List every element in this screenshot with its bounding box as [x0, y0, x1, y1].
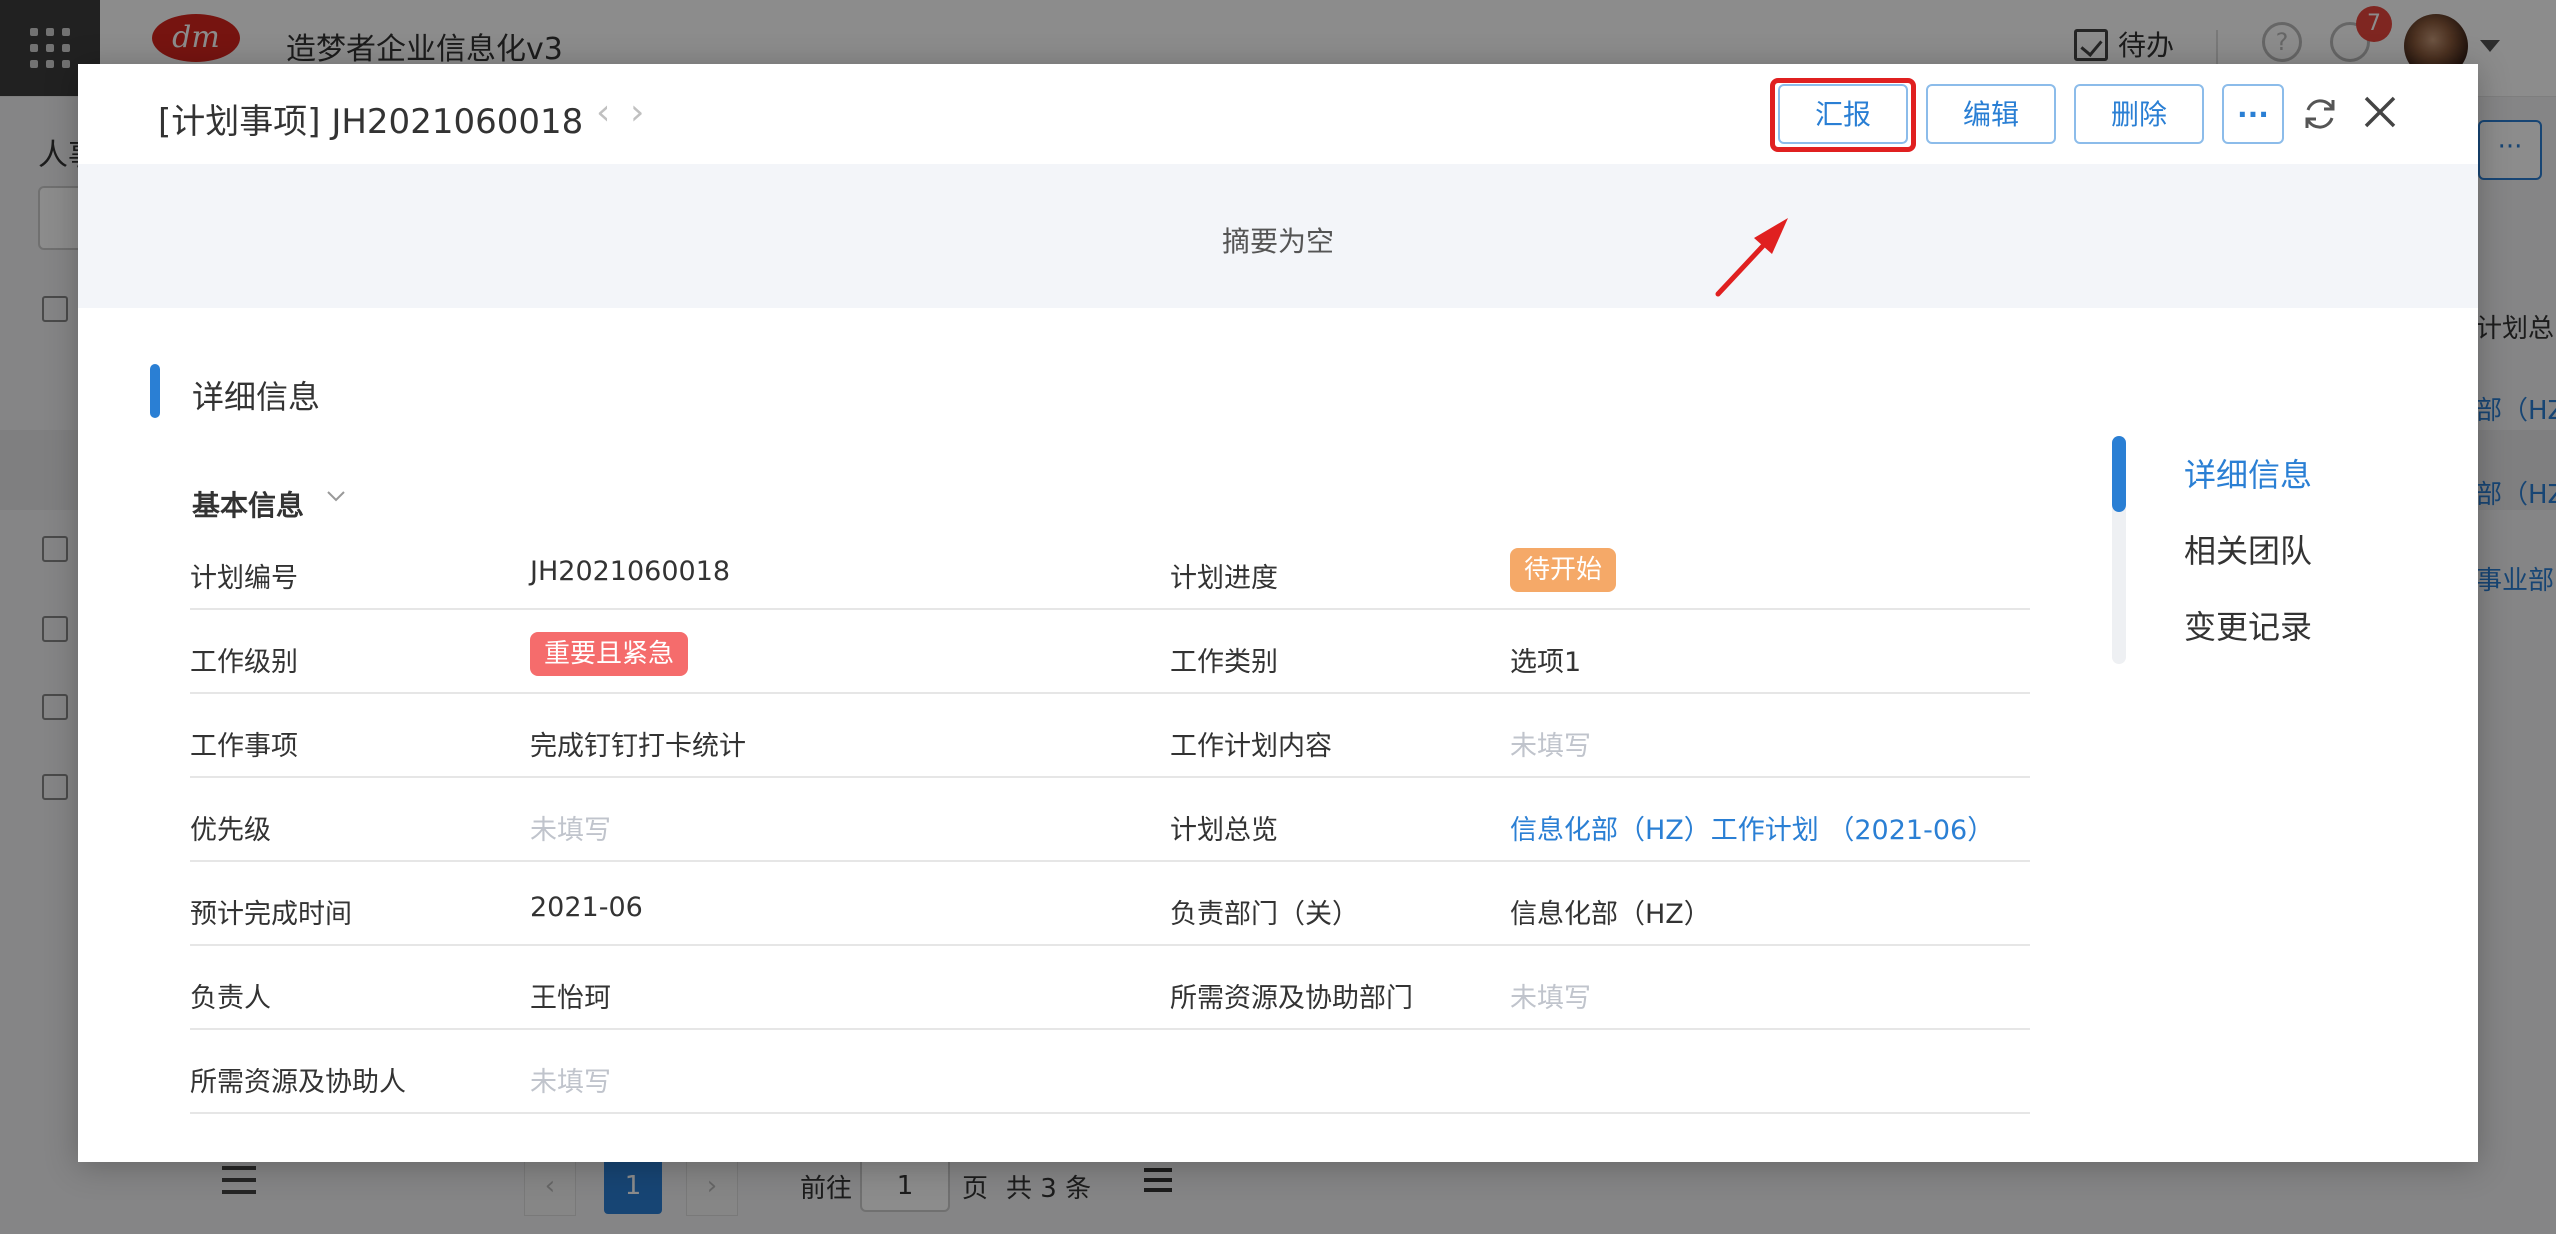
field-value: 未填写	[1510, 983, 1591, 1014]
field-label: 工作类别	[1170, 647, 1278, 678]
group-title[interactable]: 基本信息	[192, 484, 304, 524]
field-label: 工作级别	[190, 647, 298, 678]
next-record-icon[interactable]: ›	[630, 92, 644, 133]
field-label: 工作事项	[190, 731, 298, 762]
field-label: 优先级	[190, 815, 271, 846]
field-label: 预计完成时间	[190, 899, 352, 930]
anchor-indicator	[2112, 436, 2126, 512]
field-label: 计划总览	[1170, 815, 1278, 846]
anchor-change-log[interactable]: 变更记录	[2184, 602, 2312, 648]
row-divider	[190, 944, 2030, 946]
modal-header: [计划事项] JH2021060018 ‹ › 汇报 编辑 删除 ···	[78, 64, 2478, 164]
field-label: 计划进度	[1170, 563, 1278, 594]
field-label: 所需资源及协助人	[190, 1067, 406, 1098]
field-value-link[interactable]: 信息化部（HZ）工作计划 （2021-06）	[1510, 808, 1994, 847]
row-divider	[190, 860, 2030, 862]
field-label: 所需资源及协助部门	[1170, 983, 1413, 1014]
refresh-icon[interactable]	[2300, 94, 2340, 134]
delete-button[interactable]: 删除	[2074, 84, 2204, 144]
field-label: 负责人	[190, 983, 271, 1014]
status-tag: 重要且紧急	[530, 632, 689, 676]
field-value: JH2021060018	[530, 556, 731, 587]
row-divider	[190, 608, 2030, 610]
row-divider	[190, 776, 2030, 778]
more-actions-button[interactable]: ···	[2222, 84, 2284, 144]
edit-button[interactable]: 编辑	[1926, 84, 2056, 144]
status-tag: 待开始	[1510, 548, 1617, 592]
field-value: 信息化部（HZ）	[1510, 899, 1711, 930]
record-detail-modal: [计划事项] JH2021060018 ‹ › 汇报 编辑 删除 ··· 摘要为…	[78, 64, 2478, 1162]
summary-panel: 摘要为空	[78, 164, 2478, 308]
anchor-detail-info[interactable]: 详细信息	[2184, 450, 2312, 496]
row-divider	[190, 1112, 2030, 1114]
anchor-related-team[interactable]: 相关团队	[2184, 526, 2312, 572]
field-label: 计划编号	[190, 563, 298, 594]
field-value: 未填写	[530, 1067, 611, 1098]
section-title: 详细信息	[192, 378, 321, 416]
field-value: 王怡珂	[530, 983, 611, 1014]
row-divider	[190, 1028, 2030, 1030]
field-label: 工作计划内容	[1170, 731, 1332, 762]
field-value: 未填写	[530, 815, 611, 846]
summary-text: 摘要为空	[1221, 225, 1334, 258]
close-icon[interactable]	[2360, 92, 2400, 132]
report-highlight-box	[1770, 78, 1916, 152]
field-value: 未填写	[1510, 731, 1591, 762]
prev-record-icon[interactable]: ‹	[596, 92, 610, 133]
row-divider	[190, 692, 2030, 694]
field-value: 完成钉钉打卡统计	[530, 731, 746, 762]
field-value: 选项1	[1510, 647, 1582, 678]
section-marker	[150, 364, 160, 418]
chevron-down-icon[interactable]	[324, 484, 348, 508]
modal-title: [计划事项] JH2021060018	[158, 102, 584, 142]
field-value: 2021-06	[530, 892, 643, 923]
field-label: 负责部门（关）	[1170, 899, 1359, 930]
red-arrow-annotation	[1715, 218, 1788, 297]
